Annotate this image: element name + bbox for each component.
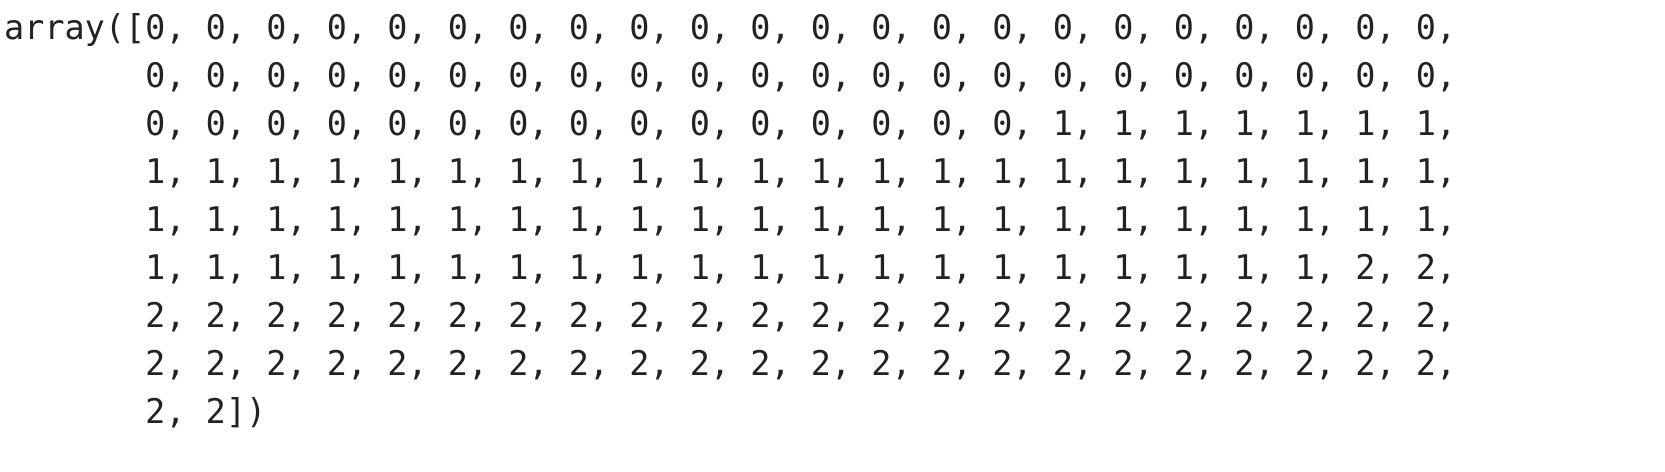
array-output-line: array([0, 0, 0, 0, 0, 0, 0, 0, 0, 0, 0, … (4, 8, 1457, 47)
array-output-line: 0, 0, 0, 0, 0, 0, 0, 0, 0, 0, 0, 0, 0, 0… (4, 56, 1457, 95)
array-output-line: 1, 1, 1, 1, 1, 1, 1, 1, 1, 1, 1, 1, 1, 1… (4, 152, 1457, 191)
array-output-line: 2, 2, 2, 2, 2, 2, 2, 2, 2, 2, 2, 2, 2, 2… (4, 344, 1457, 383)
array-output-line: 2, 2]) (4, 392, 267, 431)
array-output-line: 1, 1, 1, 1, 1, 1, 1, 1, 1, 1, 1, 1, 1, 1… (4, 248, 1457, 287)
array-output-text: array([0, 0, 0, 0, 0, 0, 0, 0, 0, 0, 0, … (4, 4, 1659, 436)
array-output-line: 0, 0, 0, 0, 0, 0, 0, 0, 0, 0, 0, 0, 0, 0… (4, 104, 1457, 143)
cell-output-area: array([0, 0, 0, 0, 0, 0, 0, 0, 0, 0, 0, … (4, 4, 1659, 468)
array-output-line: 2, 2, 2, 2, 2, 2, 2, 2, 2, 2, 2, 2, 2, 2… (4, 296, 1457, 335)
array-output-line: 1, 1, 1, 1, 1, 1, 1, 1, 1, 1, 1, 1, 1, 1… (4, 200, 1457, 239)
